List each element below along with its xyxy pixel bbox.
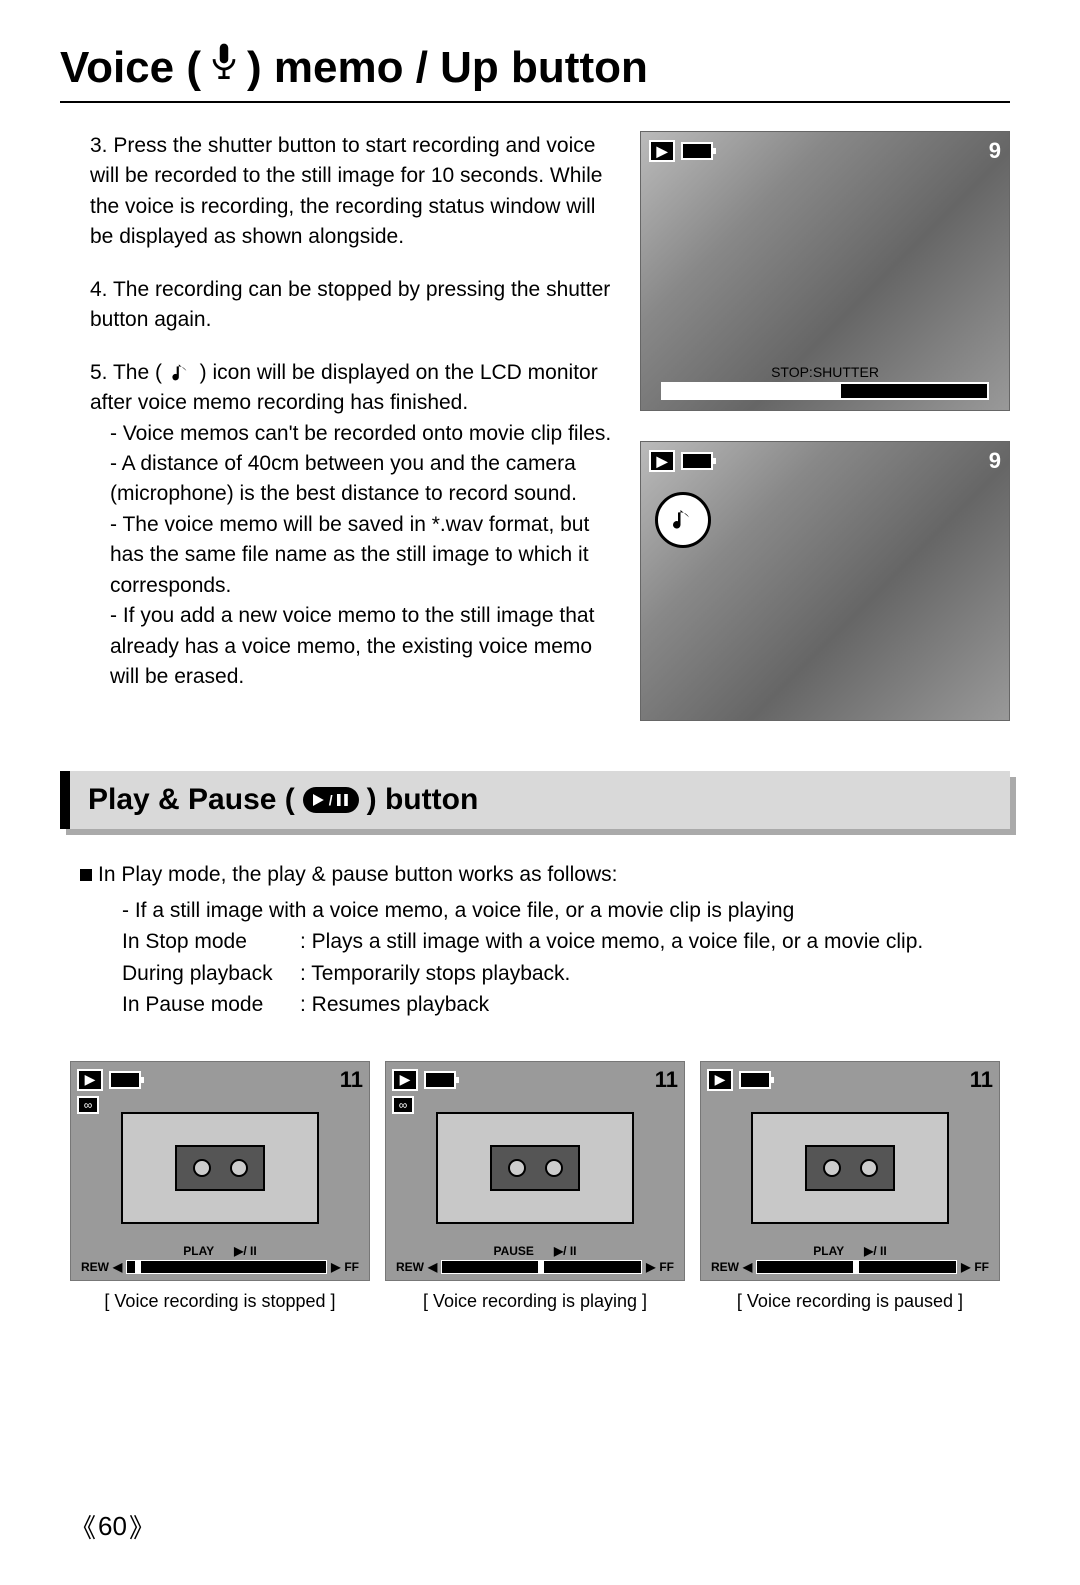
square-bullet-icon [80, 869, 92, 881]
battery-icon [681, 452, 713, 470]
mode-stop-label: In Stop mode [122, 926, 300, 958]
step-5-rest: ) icon will be displayed on the LCD moni… [90, 361, 598, 414]
playback-screenshot-playing: ▶ 11 ∞ PAUSE ▶/ II REW ◀ [385, 1061, 685, 1312]
playback-mode-icon: ▶ [649, 450, 675, 472]
bullet-4: - If you add a new voice memo to the sti… [90, 601, 620, 692]
left-arrow-icon: ◀ [428, 1260, 437, 1274]
ff-label: FF [974, 1260, 989, 1274]
play-pause-glyph: ▶/ II [234, 1244, 257, 1258]
voice-memo-badge-icon [655, 492, 711, 548]
cassette-graphic [121, 1112, 319, 1224]
playback-mode-icon: ▶ [77, 1069, 103, 1091]
playback-mode-icon: ▶ [392, 1069, 418, 1091]
image-count: 11 [340, 1067, 363, 1093]
battery-icon [739, 1071, 771, 1089]
microphone-icon [207, 40, 241, 95]
recording-progress-bar [661, 382, 989, 400]
instructions-text: 3. Press the shutter button to start rec… [60, 131, 620, 721]
step-5: 5. The ( ) icon will be displayed on the… [90, 358, 620, 693]
battery-icon [681, 142, 713, 160]
left-arrow-icon: ◀ [113, 1260, 122, 1274]
cassette-graphic [751, 1112, 949, 1224]
music-note-icon [168, 361, 200, 384]
mode-pause-label: In Pause mode [122, 989, 300, 1021]
status-label: PLAY [183, 1244, 214, 1258]
mode-playback-desc: : Temporarily stops playback. [300, 958, 570, 990]
lcd-screenshot-memo-saved: ▶ 9 [640, 441, 1010, 721]
progress-bar [126, 1260, 327, 1274]
stop-shutter-label: STOP:SHUTTER [661, 364, 989, 380]
cassette-graphic [436, 1112, 634, 1224]
right-arrow-icon: ▶ [646, 1260, 655, 1274]
page-number: 《60》 [70, 1508, 155, 1545]
play-pause-glyph: ▶/ II [554, 1244, 577, 1258]
screenshot-caption: [ Voice recording is playing ] [385, 1291, 685, 1312]
lcd-screenshot-recording: ▶ 9 STOP:SHUTTER [640, 131, 1010, 411]
image-count: 11 [970, 1067, 993, 1093]
step-4: 4. The recording can be stopped by press… [90, 275, 620, 336]
mode-playback-label: During playback [122, 958, 300, 990]
rew-label: REW [81, 1260, 109, 1274]
screenshot-caption: [ Voice recording is stopped ] [70, 1291, 370, 1312]
section-header-play-pause: Play & Pause ( / ) button [60, 771, 1010, 829]
page-title: Voice ( ) memo / Up button [60, 40, 1010, 103]
section2-part2: ) button [367, 783, 479, 817]
battery-icon [109, 1071, 141, 1089]
image-count: 9 [989, 448, 1001, 474]
rew-label: REW [711, 1260, 739, 1274]
image-count: 11 [655, 1067, 678, 1093]
ff-label: FF [659, 1260, 674, 1274]
progress-bar [756, 1260, 957, 1274]
voice-indicator-icon: ∞ [77, 1096, 99, 1114]
right-arrow-icon: ▶ [961, 1260, 970, 1274]
voice-indicator-icon: ∞ [392, 1096, 414, 1114]
step-5-intro: 5. The ( [90, 361, 162, 384]
progress-bar [441, 1260, 642, 1274]
battery-icon [424, 1071, 456, 1089]
play-pause-button-icon: / [303, 787, 359, 813]
playback-mode-icon: ▶ [707, 1069, 733, 1091]
ff-label: FF [344, 1260, 359, 1274]
mode-pause-desc: : Resumes playback [300, 989, 489, 1021]
play-pause-glyph: ▶/ II [864, 1244, 887, 1258]
status-label: PAUSE [493, 1244, 533, 1258]
mode-stop-desc: : Plays a still image with a voice memo,… [300, 926, 923, 958]
section2-part1: Play & Pause ( [88, 783, 295, 817]
step-3: 3. Press the shutter button to start rec… [90, 131, 620, 253]
title-part1: Voice ( [60, 43, 201, 93]
playback-screenshot-paused: ▶ 11 PLAY ▶/ II REW ◀ [700, 1061, 1000, 1312]
bullet-1: - Voice memos can't be recorded onto mov… [90, 419, 620, 449]
image-count: 9 [989, 138, 1001, 164]
rew-label: REW [396, 1260, 424, 1274]
title-part2: ) memo / Up button [247, 43, 648, 93]
playback-screenshots-row: ▶ 11 ∞ PLAY ▶/ II REW ◀ [60, 1061, 1010, 1312]
play-intro: In Play mode, the play & pause button wo… [98, 863, 617, 886]
bullet-2: - A distance of 40cm between you and the… [90, 449, 620, 510]
status-label: PLAY [813, 1244, 844, 1258]
left-arrow-icon: ◀ [743, 1260, 752, 1274]
play-pause-description: In Play mode, the play & pause button wo… [60, 859, 1010, 1021]
playback-mode-icon: ▶ [649, 140, 675, 162]
play-condition: - If a still image with a voice memo, a … [80, 895, 1010, 927]
bullet-3: - The voice memo will be saved in *.wav … [90, 510, 620, 601]
right-arrow-icon: ▶ [331, 1260, 340, 1274]
screenshot-caption: [ Voice recording is paused ] [700, 1291, 1000, 1312]
playback-screenshot-stopped: ▶ 11 ∞ PLAY ▶/ II REW ◀ [70, 1061, 370, 1312]
